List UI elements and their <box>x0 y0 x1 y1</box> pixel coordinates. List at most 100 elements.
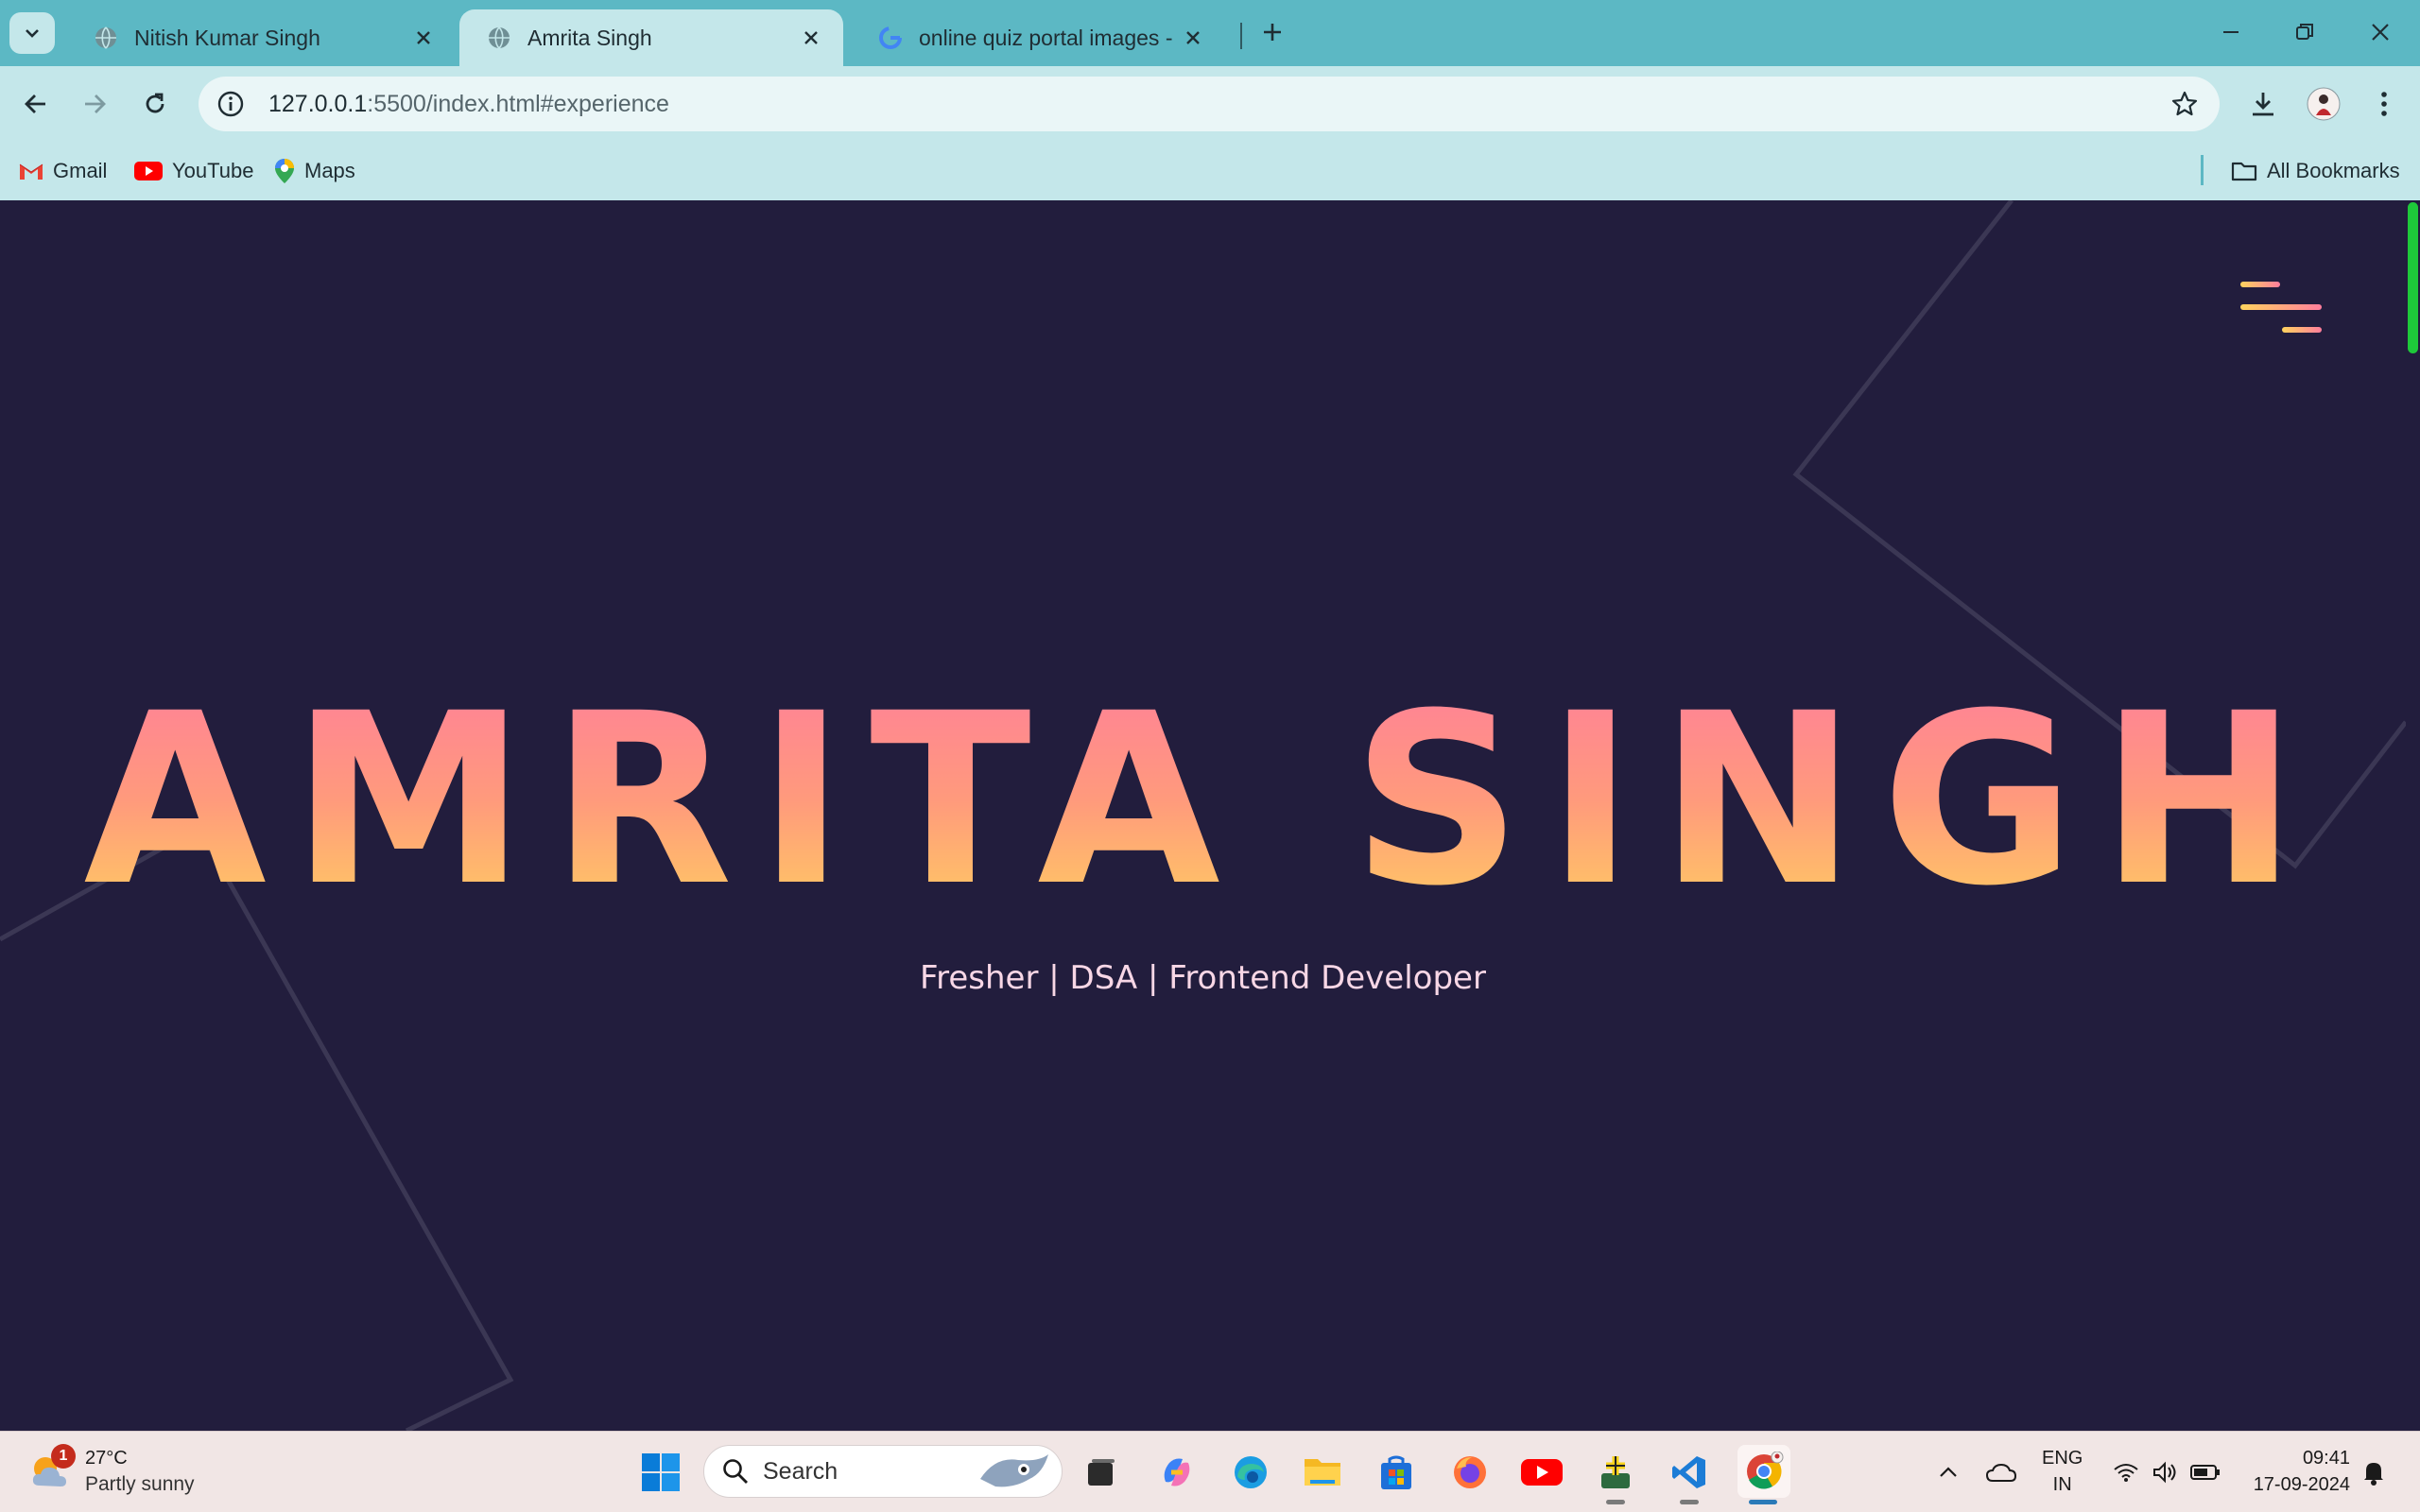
bookmark-youtube[interactable]: YouTube <box>134 155 253 187</box>
reload-icon <box>146 93 164 113</box>
search-highlight-icon <box>980 1454 1048 1487</box>
tab-amrita[interactable]: Amrita Singh <box>459 9 843 66</box>
bookmark-label: Maps <box>304 159 355 182</box>
running-indicator <box>1680 1500 1699 1504</box>
minimize-button[interactable] <box>2203 13 2259 51</box>
folder-icon <box>1305 1459 1340 1486</box>
active-indicator <box>1749 1500 1777 1504</box>
close-tab-icon[interactable] <box>410 25 437 51</box>
file-explorer-button[interactable] <box>1299 1449 1346 1496</box>
scrollbar-thumb[interactable] <box>2408 202 2418 353</box>
youtube-app-button[interactable] <box>1518 1449 1565 1496</box>
bookmark-star-icon[interactable] <box>2170 90 2199 118</box>
battery-icon <box>2190 1465 2220 1480</box>
start-button[interactable] <box>637 1449 684 1496</box>
onedrive-button[interactable] <box>1978 1449 2025 1496</box>
battery-button[interactable] <box>2182 1449 2229 1496</box>
copilot-icon <box>1164 1458 1190 1486</box>
all-bookmarks-label: All Bookmarks <box>2267 159 2400 182</box>
clock-time: 09:41 <box>2302 1448 2350 1469</box>
store-button[interactable] <box>1373 1449 1420 1496</box>
close-tab-icon[interactable] <box>1180 25 1206 51</box>
chrome-icon <box>1747 1452 1784 1489</box>
arrow-right-icon <box>85 94 106 113</box>
globe-icon <box>93 25 119 51</box>
running-indicator <box>1606 1500 1625 1504</box>
task-view-icon <box>1088 1459 1115 1486</box>
weather-badge: 1 <box>51 1444 76 1469</box>
url-path: :5500/index.html#experience <box>367 90 669 117</box>
chrome-button[interactable] <box>1737 1445 1790 1498</box>
windows-taskbar: 1 27°C Partly sunny Search ENG IN 09:41 … <box>0 1431 2420 1512</box>
tab-title: online quiz portal images - Goo <box>919 25 1180 50</box>
url-text: 127.0.0.1:5500/index.html#experience <box>268 91 669 118</box>
close-tab-icon[interactable] <box>798 25 824 51</box>
task-view-button[interactable] <box>1078 1449 1125 1496</box>
plus-icon <box>1264 24 1281 41</box>
maps-icon <box>274 158 295 184</box>
minimize-icon <box>2223 31 2238 33</box>
avatar <box>2307 87 2341 121</box>
lang-bottom: IN <box>2052 1474 2072 1495</box>
site-info-icon[interactable] <box>214 87 248 121</box>
tab-separator <box>1240 23 1242 49</box>
restore-button[interactable] <box>2276 13 2333 51</box>
edge-button[interactable] <box>1227 1449 1274 1496</box>
notifications-button[interactable] <box>2350 1449 2397 1496</box>
hero-name-text: AMRITA SINGH <box>83 662 2323 937</box>
reload-button[interactable] <box>134 83 176 125</box>
menu-hamburger-icon[interactable] <box>2238 280 2324 336</box>
more-vertical-icon <box>2381 92 2387 116</box>
weather-condition: Partly sunny <box>85 1472 195 1495</box>
profile-button[interactable] <box>2303 83 2344 125</box>
hero-subtitle: Fresher | DSA | Frontend Developer <box>920 959 1486 997</box>
taskbar-search[interactable]: Search <box>703 1445 1063 1498</box>
tab-search-button[interactable] <box>9 12 55 54</box>
bookmark-label: Gmail <box>53 159 108 182</box>
weather-widget[interactable]: 1 27°C Partly sunny <box>26 1443 195 1500</box>
partly-sunny-icon: 1 <box>26 1444 76 1495</box>
address-bar[interactable]: 127.0.0.1:5500/index.html#experience <box>199 77 2220 131</box>
system-clock[interactable]: 09:41 17-09-2024 <box>2254 1445 2350 1498</box>
clock-date: 17-09-2024 <box>2253 1474 2350 1495</box>
close-window-button[interactable] <box>2352 13 2409 51</box>
tab-title: Amrita Singh <box>527 25 652 50</box>
windows-icon <box>642 1453 680 1491</box>
bell-icon <box>2364 1463 2383 1486</box>
vscode-button[interactable] <box>1666 1449 1713 1496</box>
cloud-icon <box>1985 1463 2017 1482</box>
page-scrollbar[interactable] <box>2406 200 2420 1431</box>
all-bookmarks-button[interactable]: All Bookmarks <box>2231 155 2400 187</box>
edge-icon <box>1235 1456 1267 1488</box>
globe-icon <box>486 25 512 51</box>
lang-top: ENG <box>2042 1448 2083 1469</box>
youtube-icon <box>1521 1459 1563 1486</box>
browser-toolbar: 127.0.0.1:5500/index.html#experience <box>0 66 2420 142</box>
chrome-menu-button[interactable] <box>2363 83 2405 125</box>
forward-button[interactable] <box>74 83 115 125</box>
back-button[interactable] <box>15 83 57 125</box>
tab-google-images[interactable]: online quiz portal images - Goo <box>851 9 1225 66</box>
wifi-icon <box>2114 1464 2138 1482</box>
language-indicator[interactable]: ENG IN <box>2042 1445 2083 1498</box>
show-hidden-icons-button[interactable] <box>1925 1449 1972 1496</box>
copilot-button[interactable] <box>1153 1449 1201 1496</box>
tab-strip: Nitish Kumar Singh Amrita Singh online q… <box>0 0 2420 66</box>
bookmark-maps[interactable]: Maps <box>274 155 355 187</box>
game-app-button[interactable] <box>1592 1449 1639 1496</box>
store-icon <box>1381 1455 1411 1489</box>
new-tab-button[interactable] <box>1253 13 1291 51</box>
downloads-button[interactable] <box>2242 83 2284 125</box>
tab-nitish[interactable]: Nitish Kumar Singh <box>66 9 456 66</box>
download-icon <box>2253 93 2273 116</box>
portfolio-hero: AMRITA SINGH Fresher | DSA | Frontend De… <box>0 200 2406 1431</box>
firefox-button[interactable] <box>1446 1449 1494 1496</box>
hero-name: AMRITA SINGH <box>0 682 2406 919</box>
bookmark-gmail[interactable]: Gmail <box>19 155 107 187</box>
chevron-down-icon <box>26 29 39 38</box>
search-label: Search <box>763 1457 838 1485</box>
game-app-icon <box>1601 1456 1630 1488</box>
folder-icon <box>2231 160 2257 182</box>
restore-icon <box>2296 24 2313 40</box>
bookmarks-bar: Gmail YouTube Maps All Bookmarks <box>0 142 2420 201</box>
